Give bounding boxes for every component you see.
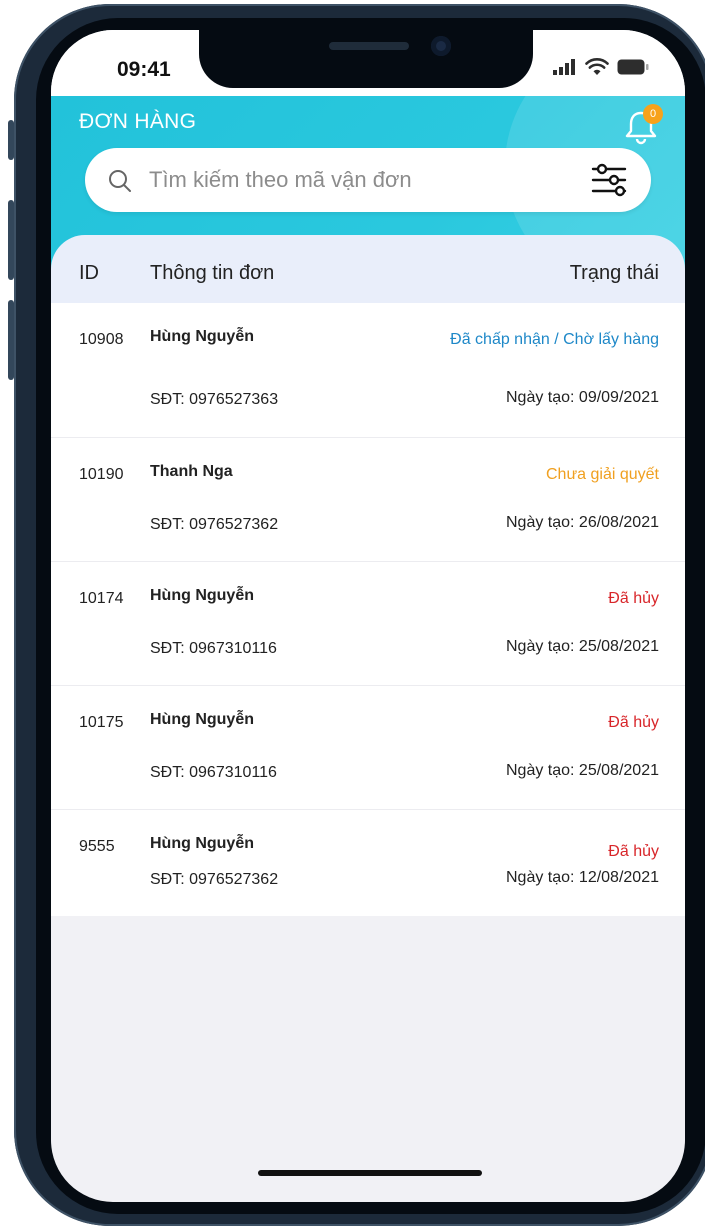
page-title: ĐƠN HÀNG: [79, 110, 197, 133]
order-id: 10175: [79, 714, 124, 731]
created-date: Ngày tạo: 25/08/2021: [505, 638, 659, 655]
column-header-id: ID: [79, 262, 99, 284]
notification-badge: 0: [643, 104, 663, 124]
customer-name: Hùng Nguyễn: [150, 328, 254, 345]
order-row[interactable]: 10175 Hùng Nguyễn SĐT: 0967310116 Đã hủy…: [51, 686, 685, 810]
order-status: Chưa giải quyết: [546, 466, 659, 483]
volume-up-button: [8, 200, 14, 280]
order-status: Đã hủy: [608, 714, 659, 731]
order-row[interactable]: 10190 Thanh Nga SĐT: 0976527362 Chưa giả…: [51, 438, 685, 562]
customer-phone: SĐT: 0967310116: [150, 640, 277, 657]
created-date: Ngày tạo: 26/08/2021: [505, 514, 659, 531]
customer-phone: SĐT: 0976527362: [150, 871, 279, 888]
status-time: 09:41: [117, 58, 171, 81]
customer-name: Hùng Nguyễn: [150, 711, 254, 728]
customer-name: Hùng Nguyễn: [150, 587, 254, 604]
search-icon: [109, 170, 131, 192]
search-bar: [85, 148, 651, 212]
customer-name: Hùng Nguyễn: [150, 835, 254, 852]
order-id: 9555: [79, 838, 115, 855]
created-date: Ngày tạo: 25/08/2021: [505, 762, 659, 779]
order-id: 10908: [79, 331, 124, 348]
order-id: 10174: [79, 590, 124, 607]
customer-name: Thanh Nga: [150, 463, 233, 480]
customer-phone: SĐT: 0967310116: [150, 764, 277, 781]
home-indicator[interactable]: [258, 1170, 482, 1176]
created-date: Ngày tạo: 12/08/2021: [505, 869, 659, 886]
notch: [199, 30, 533, 88]
filter-sliders-icon[interactable]: [589, 162, 629, 198]
order-status: Đã hủy: [608, 590, 659, 607]
created-date: Ngày tạo: 09/09/2021: [505, 389, 659, 406]
mute-switch: [8, 120, 14, 160]
order-row[interactable]: 10908 Hùng Nguyễn SĐT: 0976527363 Đã chấ…: [51, 303, 685, 438]
front-camera: [431, 36, 451, 56]
order-row[interactable]: 9555 Hùng Nguyễn SĐT: 0976527362 Đã hủy …: [51, 810, 685, 916]
order-row[interactable]: 10174 Hùng Nguyễn SĐT: 0967310116 Đã hủy…: [51, 562, 685, 686]
app-screen: 09:41 ĐƠN HÀNG 0 Tìm kiếm theo mã vận đơ…: [51, 30, 685, 1202]
column-header-status: Trạng thái: [569, 262, 659, 284]
order-status: Đã chấp nhận / Chờ lấy hàng: [450, 331, 659, 348]
order-id: 10190: [79, 466, 124, 483]
customer-phone: SĐT: 0976527362: [150, 516, 279, 533]
search-input[interactable]: [149, 162, 569, 198]
column-header-info: Thông tin đơn: [150, 262, 275, 284]
order-status: Đã hủy: [608, 843, 659, 860]
customer-phone: SĐT: 0976527363: [150, 391, 279, 408]
speaker-grille: [329, 42, 409, 50]
volume-down-button: [8, 300, 14, 380]
order-list: 10908 Hùng Nguyễn SĐT: 0976527363 Đã chấ…: [51, 303, 685, 916]
notification-button[interactable]: 0: [621, 104, 663, 146]
table-header: ID Thông tin đơn Trạng thái: [51, 235, 685, 303]
